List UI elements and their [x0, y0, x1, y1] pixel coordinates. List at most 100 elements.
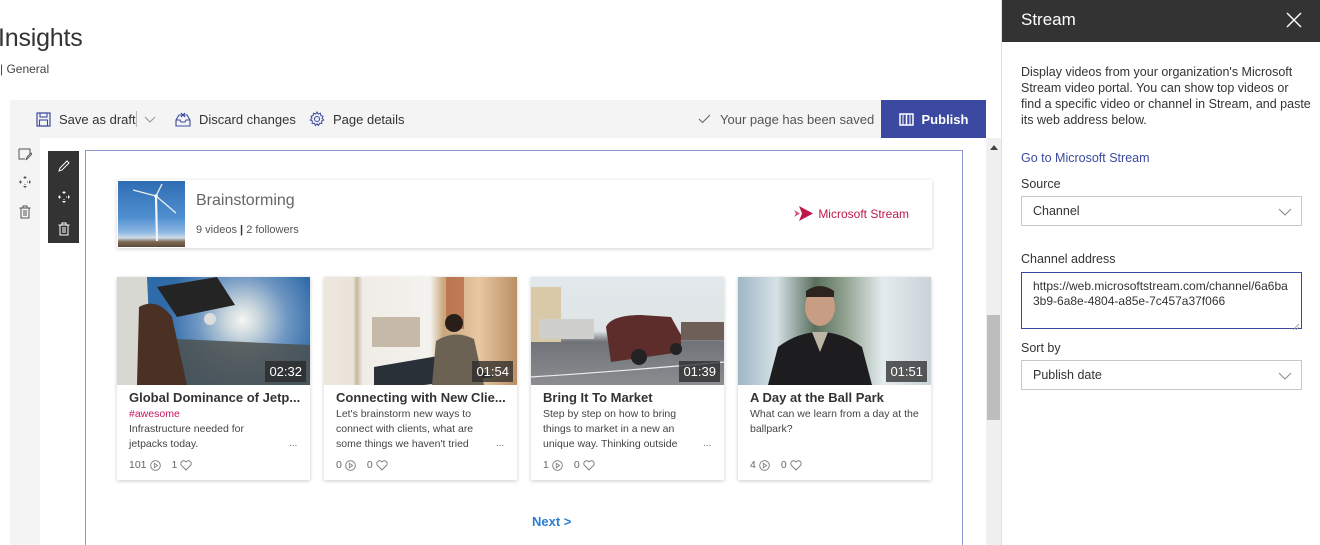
move-section-icon[interactable] [17, 174, 33, 190]
play-circle-icon [149, 459, 161, 471]
video-description: Let's brainstorm new ways to connect wit… [336, 408, 474, 450]
scroll-up-arrow-icon[interactable] [990, 145, 998, 150]
publish-label: Publish [921, 111, 969, 127]
source-dropdown[interactable]: Channel [1021, 196, 1302, 226]
channel-address-value: https://web.microsoftstream.com/channel/… [1033, 279, 1288, 308]
gear-icon [308, 110, 326, 128]
scrollbar-thumb[interactable] [987, 315, 1000, 420]
video-stats: 101 1 [129, 459, 192, 471]
pencil-icon[interactable] [55, 157, 72, 174]
webpart-toolbar [48, 151, 79, 243]
chevron-down-icon [1278, 369, 1292, 381]
page-subtitle: | General [0, 62, 50, 76]
video-duration: 01:39 [679, 361, 720, 382]
play-circle-icon [345, 459, 356, 471]
view-count: 1 [543, 459, 549, 471]
next-page-link[interactable]: Next > [532, 514, 571, 529]
video-stats: 0 0 [336, 459, 388, 471]
source-value: Channel [1033, 204, 1080, 218]
channel-name: Brainstorming [196, 192, 295, 209]
follower-count: 2 followers [246, 224, 299, 236]
video-title: Global Dominance of Jetp... [129, 390, 301, 405]
command-separator [136, 111, 137, 127]
trash-icon[interactable] [55, 220, 72, 237]
video-duration: 01:51 [886, 361, 927, 382]
publish-button[interactable]: Publish [881, 100, 986, 138]
video-description: What can we learn from a day at the ball… [750, 408, 919, 435]
save-status: Your page has been saved [698, 100, 874, 138]
heart-icon [376, 459, 388, 471]
channel-address-label: Channel address [1021, 252, 1116, 266]
book-icon [898, 112, 914, 126]
view-count: 4 [750, 459, 756, 471]
sort-by-label: Sort by [1021, 341, 1061, 355]
save-status-text: Your page has been saved [720, 111, 875, 127]
video-title: Connecting with New Clie... [336, 390, 506, 405]
heart-icon [583, 459, 595, 471]
play-circle-icon [552, 459, 563, 471]
video-description: Step by step on how to bring things to m… [543, 408, 678, 450]
video-thumbnail: 01:39 [531, 277, 724, 385]
video-hashtag[interactable]: #awesome [129, 408, 180, 420]
discard-icon [174, 110, 192, 128]
move-icon[interactable] [55, 188, 72, 205]
more-ellipsis: ... [289, 438, 298, 449]
channel-thumbnail [118, 181, 185, 247]
page-details-button[interactable]: Page details [308, 100, 405, 138]
video-duration: 01:54 [472, 361, 513, 382]
view-count: 0 [336, 459, 342, 471]
stats-separator: | [240, 224, 244, 236]
section-toolbar [10, 138, 40, 545]
video-stats: 1 0 [543, 459, 595, 471]
video-card[interactable]: 01:39 Bring It To Market Step by step on… [531, 277, 724, 480]
checkmark-icon [698, 112, 711, 127]
property-pane-title: Stream [1021, 10, 1076, 29]
video-card[interactable]: 02:32 Global Dominance of Jetp... #aweso… [117, 277, 310, 480]
sort-by-value: Publish date [1033, 368, 1102, 382]
vertical-scrollbar[interactable] [986, 138, 1001, 545]
more-ellipsis: ... [496, 438, 505, 449]
save-as-draft-button[interactable]: Save as draft [34, 100, 136, 138]
close-icon[interactable] [1284, 10, 1304, 30]
microsoft-stream-link[interactable]: Microsoft Stream [794, 206, 909, 221]
like-count: 0 [780, 459, 787, 471]
go-to-stream-link[interactable]: Go to Microsoft Stream [1021, 151, 1150, 165]
like-count: 0 [573, 459, 580, 471]
save-options-dropdown[interactable] [144, 100, 156, 138]
save-as-draft-label: Save as draft [59, 111, 136, 127]
sort-by-dropdown[interactable]: Publish date [1021, 360, 1302, 390]
edit-section-icon[interactable] [17, 146, 33, 162]
channel-address-input[interactable]: https://web.microsoftstream.com/channel/… [1021, 272, 1302, 331]
save-icon [34, 110, 52, 128]
property-pane-header: Stream [1002, 0, 1320, 42]
chevron-down-icon [144, 112, 156, 127]
video-thumbnail: 01:51 [738, 277, 931, 385]
chevron-down-icon [1278, 205, 1292, 217]
heart-icon [180, 459, 192, 471]
like-count: 1 [171, 459, 178, 471]
view-count: 101 [129, 459, 147, 471]
stream-brand-label: Microsoft Stream [818, 206, 909, 221]
video-stats: 4 0 [750, 459, 802, 471]
video-title: A Day at the Ball Park [750, 390, 884, 405]
discard-changes-label: Discard changes [199, 111, 296, 127]
like-count: 0 [366, 459, 373, 471]
video-card[interactable]: 01:54 Connecting with New Clie... Let's … [324, 277, 517, 480]
property-pane: Stream Display videos from your organiza… [1001, 0, 1320, 545]
more-ellipsis: ... [703, 438, 712, 449]
channel-header: Brainstorming 9 videos | 2 followers Mic… [117, 180, 932, 248]
heart-icon [790, 459, 802, 471]
resize-handle-icon[interactable] [1292, 319, 1300, 331]
video-title: Bring It To Market [543, 390, 653, 405]
delete-section-icon[interactable] [17, 204, 33, 220]
play-circle-icon [759, 459, 770, 471]
video-thumbnail: 01:54 [324, 277, 517, 385]
stream-logo-icon [794, 206, 814, 221]
video-card[interactable]: 01:51 A Day at the Ball Park What can we… [738, 277, 931, 480]
video-count: 9 videos [196, 224, 237, 236]
discard-changes-button[interactable]: Discard changes [174, 100, 296, 138]
command-bar: Save as draft Discard changes Page detai… [10, 100, 986, 138]
channel-stats: 9 videos | 2 followers [196, 224, 299, 236]
page: Insights | General Save as draft Discard… [0, 0, 1320, 545]
video-thumbnail: 02:32 [117, 277, 310, 385]
